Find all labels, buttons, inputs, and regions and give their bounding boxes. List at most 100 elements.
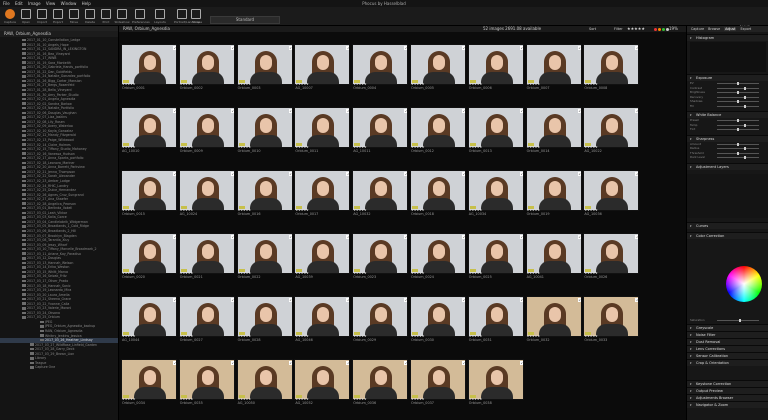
slider-track[interactable] [717,320,759,321]
selection-check-icon[interactable]: ✓ [288,298,292,302]
print-button[interactable]: Print [98,8,114,24]
color-label-dot[interactable] [654,28,657,31]
selection-check-icon[interactable]: ✓ [577,172,581,176]
slider-track[interactable] [717,148,759,149]
selection-check-icon[interactable]: ✓ [404,298,408,302]
slider-saturation[interactable]: Saturation [687,318,768,323]
selection-check-icon[interactable]: ✓ [519,361,523,365]
thumbnail[interactable]: ✓ ★★★★★ Orbium_0001 [121,44,177,96]
section-sharpness[interactable]: Sharpness [687,134,768,142]
preferences-button[interactable]: Preferences [132,8,150,24]
thumbnail[interactable]: ✓ ★★★★★ AG_10024 [178,170,235,222]
tab-capture[interactable]: Capture [691,27,704,31]
thumbnail[interactable]: ✓ ★★★★★ Orbium_0030 [410,296,466,348]
section-color-correction[interactable]: Color Correction [687,231,768,239]
portrait-landscape-button[interactable]: Portrait/Landscape [174,8,202,24]
delete-button[interactable]: Delete [82,8,98,24]
tab-adjust[interactable]: Adjust [724,27,737,31]
thumbnail[interactable]: ✓ ★★★★★ Orbium_0037 [410,359,466,411]
selection-check-icon[interactable]: ✓ [346,172,350,176]
thumbnail[interactable]: ✓ ★★★★★ Orbium_0032 [525,296,582,348]
thumbnail[interactable]: ✓ ★★★★★ Orbium_0038 [467,359,524,411]
thumbnail[interactable]: ✓ ★★★★★ Orbium_0017 [294,170,351,222]
layouts-button[interactable]: Layouts [152,8,168,24]
thumbnail[interactable]: ✓ ★★★★★ AG_10022 [583,107,640,159]
color-label-dot[interactable] [662,28,665,31]
thumbnail[interactable]: ✓ ★★★★★ Orbium_0015 [121,170,177,222]
section-output-preview[interactable]: Output Preview [687,387,768,394]
selection-check-icon[interactable]: ✓ [230,298,234,302]
slider-track[interactable] [717,87,759,89]
selection-check-icon[interactable]: ✓ [230,361,234,365]
thumbnail[interactable]: ✓ ★★★★★ Orbium_0020 [121,233,177,285]
color-label-dot[interactable] [658,28,661,31]
thumbnail[interactable]: ✓ ★★★★★ AG_10050 [236,359,293,411]
section-adjustment-layers[interactable]: Adjustment Layers [687,162,768,170]
filter-label[interactable]: Filter [614,26,623,32]
selection-check-icon[interactable]: ✓ [577,109,581,113]
selection-check-icon[interactable]: ✓ [346,298,350,302]
thumbnail[interactable]: ✓ ★★★★★ Orbium_0006 [467,44,524,96]
selection-check-icon[interactable]: ✓ [173,109,176,113]
slider-track[interactable] [717,124,759,126]
slider-track[interactable] [717,105,759,107]
selection-check-icon[interactable]: ✓ [230,172,234,176]
section-crop-orientation[interactable]: Crop & Orientation [687,359,768,366]
thumbnail[interactable]: ✓ ★★★★★ Orbium_0034 [121,359,177,411]
histogram-section[interactable]: Histogram [687,34,768,41]
section-greyscale[interactable]: Greyscale [687,324,768,331]
thumbnail[interactable]: ✓ ★★★★★ Orbium_0005 [410,44,466,96]
selection-check-icon[interactable]: ✓ [577,298,581,302]
color-label-filter[interactable] [654,27,670,33]
thumbnail[interactable]: ✓ ★★★★★ Orbium_0012 [410,107,466,159]
selection-check-icon[interactable]: ✓ [635,109,639,113]
thumbnail[interactable]: ✓ ★★★★★ Orbium_0022 [236,233,293,285]
selection-check-icon[interactable]: ✓ [462,46,465,50]
section-sensor-calibration[interactable]: Sensor Calibration [687,352,768,359]
folder-item[interactable]: Capture One [0,365,118,370]
thumbnail[interactable]: ✓ ★★★★★ AG_10011 [352,107,409,159]
thumbnail[interactable]: ✓ ★★★★★ Orbium_0010 [236,107,293,159]
selection-check-icon[interactable]: ✓ [346,235,350,239]
thumbnail[interactable]: ✓ ★★★★★ Orbium_0026 [583,233,640,285]
selection-check-icon[interactable]: ✓ [230,109,234,113]
section-lens-corrections[interactable]: Lens Corrections [687,345,768,352]
selection-check-icon[interactable]: ✓ [462,298,465,302]
slider-knob[interactable] [737,128,739,131]
thumbnail[interactable]: ✓ ★★★★★ Orbium_0028 [236,296,293,348]
section-curves[interactable]: Curves [687,221,768,229]
slider-tint[interactable]: Tint [687,127,768,132]
selection-check-icon[interactable]: ✓ [635,235,639,239]
selection-check-icon[interactable]: ✓ [346,361,350,365]
move-button[interactable]: Move [66,8,82,24]
thumbnail[interactable]: ✓ ★★★★★ Orbium_0029 [352,296,409,348]
thumbnail[interactable]: ✓ ★★★★★ AG_10046 [294,296,351,348]
selection-check-icon[interactable]: ✓ [519,46,523,50]
thumbnail[interactable]: ✓ ★★★★★ AG_10036 [583,170,640,222]
slider-knob[interactable] [744,156,746,159]
selection-check-icon[interactable]: ✓ [173,298,176,302]
selection-check-icon[interactable]: ✓ [346,46,350,50]
selection-check-icon[interactable]: ✓ [404,361,408,365]
filter-stars[interactable]: ★★★★★ [627,26,645,32]
section-white-balance[interactable]: White Balance [687,111,768,118]
color-wheel[interactable] [726,266,762,302]
selection-check-icon[interactable]: ✓ [462,235,465,239]
thumbnail[interactable]: ✓ ★★★★★ Orbium_0019 [525,170,582,222]
slider-track[interactable] [717,96,759,98]
selection-check-icon[interactable]: ✓ [519,298,523,302]
export-button[interactable]: Export [50,8,66,24]
thumbnail[interactable]: ✓ ★★★★★ AG_10041 [525,233,582,285]
thumbnail[interactable]: ✓ ★★★★★ Orbium_0027 [178,296,235,348]
adjustment-layers-list[interactable] [687,173,768,218]
thumbnail[interactable]: ✓ ★★★★★ Orbium_0007 [525,44,582,96]
thumbnail[interactable]: ✓ ★★★★★ Orbium_0023 [352,233,409,285]
thumbnail[interactable]: ✓ ★★★★★ Orbium_0003 [236,44,293,96]
zoom-level[interactable]: 19% [669,26,678,32]
thumbnail[interactable]: ✓ ★★★★★ AG_10052 [294,359,351,411]
selection-check-icon[interactable]: ✓ [404,235,408,239]
selection-check-icon[interactable]: ✓ [288,109,292,113]
section-adjustments-browser[interactable]: Adjustments Browser [687,394,768,401]
thumbnail[interactable]: ✓ ★★★★★ Orbium_0016 [236,170,293,222]
thumbnail[interactable]: ✓ ★★★★★ Orbium_0021 [178,233,235,285]
